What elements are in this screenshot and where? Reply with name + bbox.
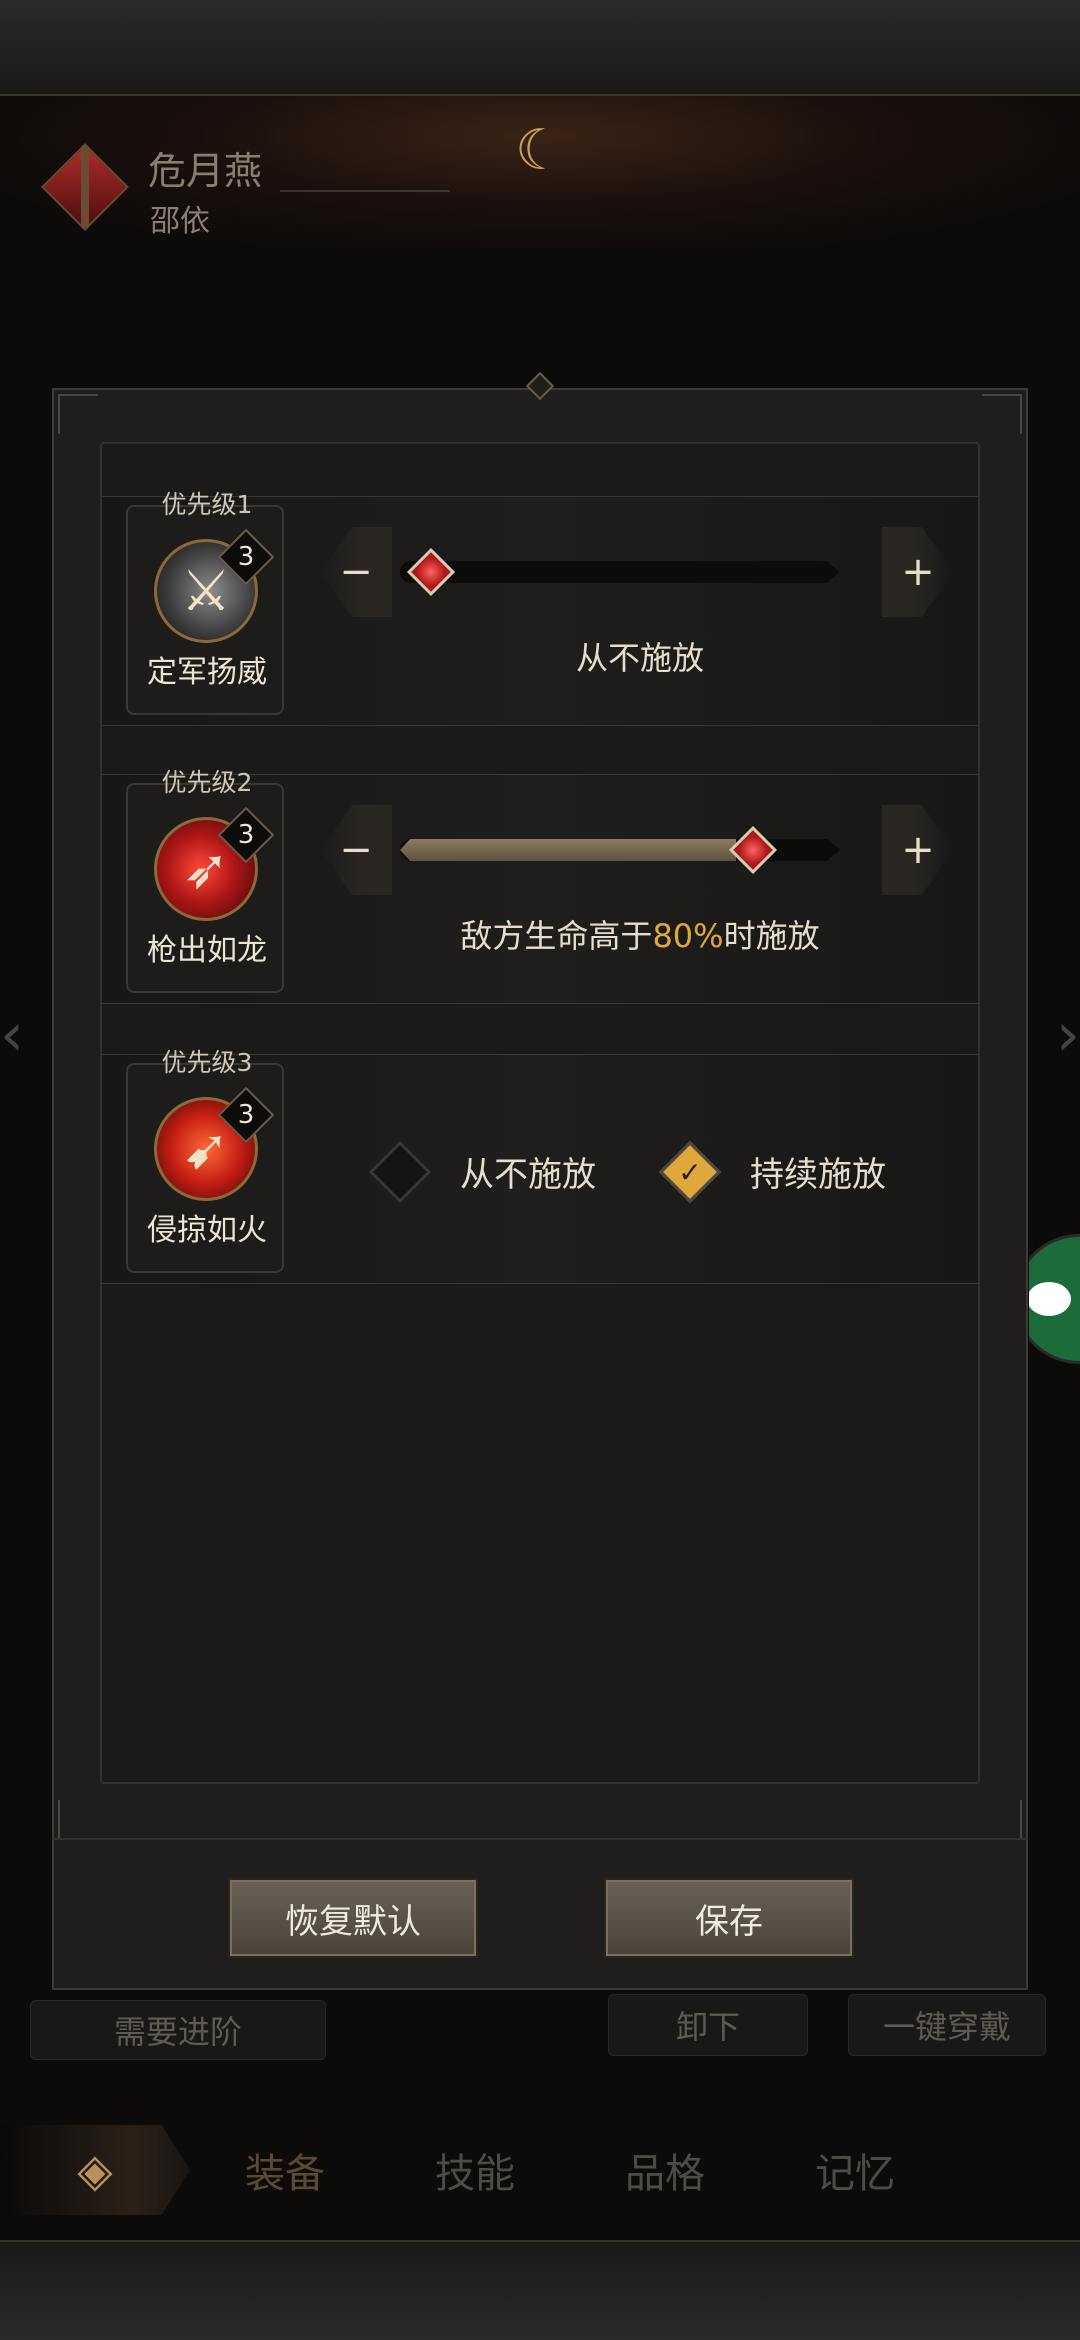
skill-row-2: 优先级2 ➶ 3 枪出如龙 − + 敌方生命高于80%时施放: [102, 768, 978, 1004]
dialog-corner: [58, 394, 98, 434]
dialog-corner: [982, 1800, 1022, 1840]
skill-slot[interactable]: 优先级2 ➶ 3 枪出如龙: [126, 768, 284, 993]
priority-label: 优先级2: [161, 768, 253, 797]
minus-button[interactable]: −: [320, 527, 392, 617]
back-arrow-icon[interactable]: ◈: [0, 2125, 190, 2215]
dialog-corner: [58, 1800, 98, 1840]
threshold-slider-handle[interactable]: [728, 825, 778, 875]
one-key-equip-button[interactable]: 一键穿戴: [848, 1994, 1046, 2056]
threshold-slider-track[interactable]: [400, 561, 840, 583]
tab-equipment[interactable]: 装备: [190, 2141, 380, 2199]
bottom-frame: [0, 2240, 1080, 2340]
chat-bubble-icon: [1027, 1282, 1071, 1316]
skill-level: 3: [237, 1100, 255, 1130]
condition-suffix: 时施放: [723, 917, 820, 955]
minus-button[interactable]: −: [320, 805, 392, 895]
plus-icon: +: [901, 549, 935, 595]
hero-name: 危月燕: [148, 149, 263, 193]
sword-icon: [81, 145, 89, 229]
threshold-slider-handle[interactable]: [406, 547, 456, 597]
need-advance-button[interactable]: 需要进阶: [30, 2000, 326, 2060]
skill-slot[interactable]: 优先级1 ⚔ 3 定军扬威: [126, 490, 284, 715]
top-frame: [0, 0, 1080, 96]
condition-threshold: 80%: [652, 917, 724, 955]
unequip-button[interactable]: 卸下: [608, 1994, 808, 2056]
cast-condition-text: 从不施放: [575, 639, 704, 677]
priority-label: 优先级1: [161, 490, 253, 519]
option-label: 从不施放: [460, 1155, 596, 1195]
dialog-footer-divider: [52, 1838, 1028, 1840]
tab-skills[interactable]: 技能: [380, 2141, 570, 2199]
threshold-slider-fill: [400, 839, 736, 861]
reset-default-button[interactable]: 恢复默认: [228, 1878, 478, 1958]
bottom-tabs: ◈ 装备 技能 品格 记忆: [0, 2120, 1080, 2220]
radio-box-checked[interactable]: ✓: [658, 1140, 722, 1203]
cast-condition-text: 敌方生命高于80%时施放: [302, 911, 978, 957]
tab-memory[interactable]: 记忆: [760, 2141, 950, 2199]
minus-icon: −: [339, 827, 373, 873]
hero-subtitle: 邵依: [150, 204, 210, 239]
dialog-corner: [982, 394, 1022, 434]
plus-icon: +: [901, 827, 935, 873]
skill-level: 3: [237, 542, 255, 572]
prev-hero-icon[interactable]: ‹: [0, 1000, 40, 1100]
skill-row-1: 优先级1 ⚔ 3 定军扬威 − + 从不施放: [102, 490, 978, 726]
skill-slot[interactable]: 优先级3 ➹ 3 侵掠如火: [126, 1048, 284, 1273]
option-label: 持续施放: [750, 1155, 886, 1195]
condition-prefix: 敌方生命高于: [460, 917, 653, 955]
skill-level: 3: [237, 820, 255, 850]
checkmark-icon: ✓: [678, 1155, 702, 1188]
option-always-cast[interactable]: ✓ 持续施放: [658, 1140, 886, 1203]
plus-button[interactable]: +: [882, 805, 954, 895]
crescent-crest-icon: ☾: [514, 117, 566, 183]
tab-character[interactable]: 品格: [570, 2141, 760, 2199]
skill-name: 侵掠如火: [147, 1213, 267, 1248]
next-hero-icon[interactable]: ›: [1040, 1000, 1080, 1100]
radio-box[interactable]: [368, 1140, 432, 1203]
skill-name: 枪出如龙: [147, 933, 267, 968]
plus-button[interactable]: +: [882, 527, 954, 617]
skill-row-3: 优先级3 ➹ 3 侵掠如火 从不施放 ✓ 持续施放: [102, 1048, 978, 1284]
hero-divider: [280, 190, 450, 192]
option-never-cast[interactable]: 从不施放: [368, 1140, 596, 1203]
minus-icon: −: [339, 549, 373, 595]
priority-label: 优先级3: [161, 1048, 253, 1077]
skill-name: 定军扬威: [147, 655, 267, 690]
save-button[interactable]: 保存: [604, 1878, 854, 1958]
hero-emblem: [40, 142, 130, 232]
